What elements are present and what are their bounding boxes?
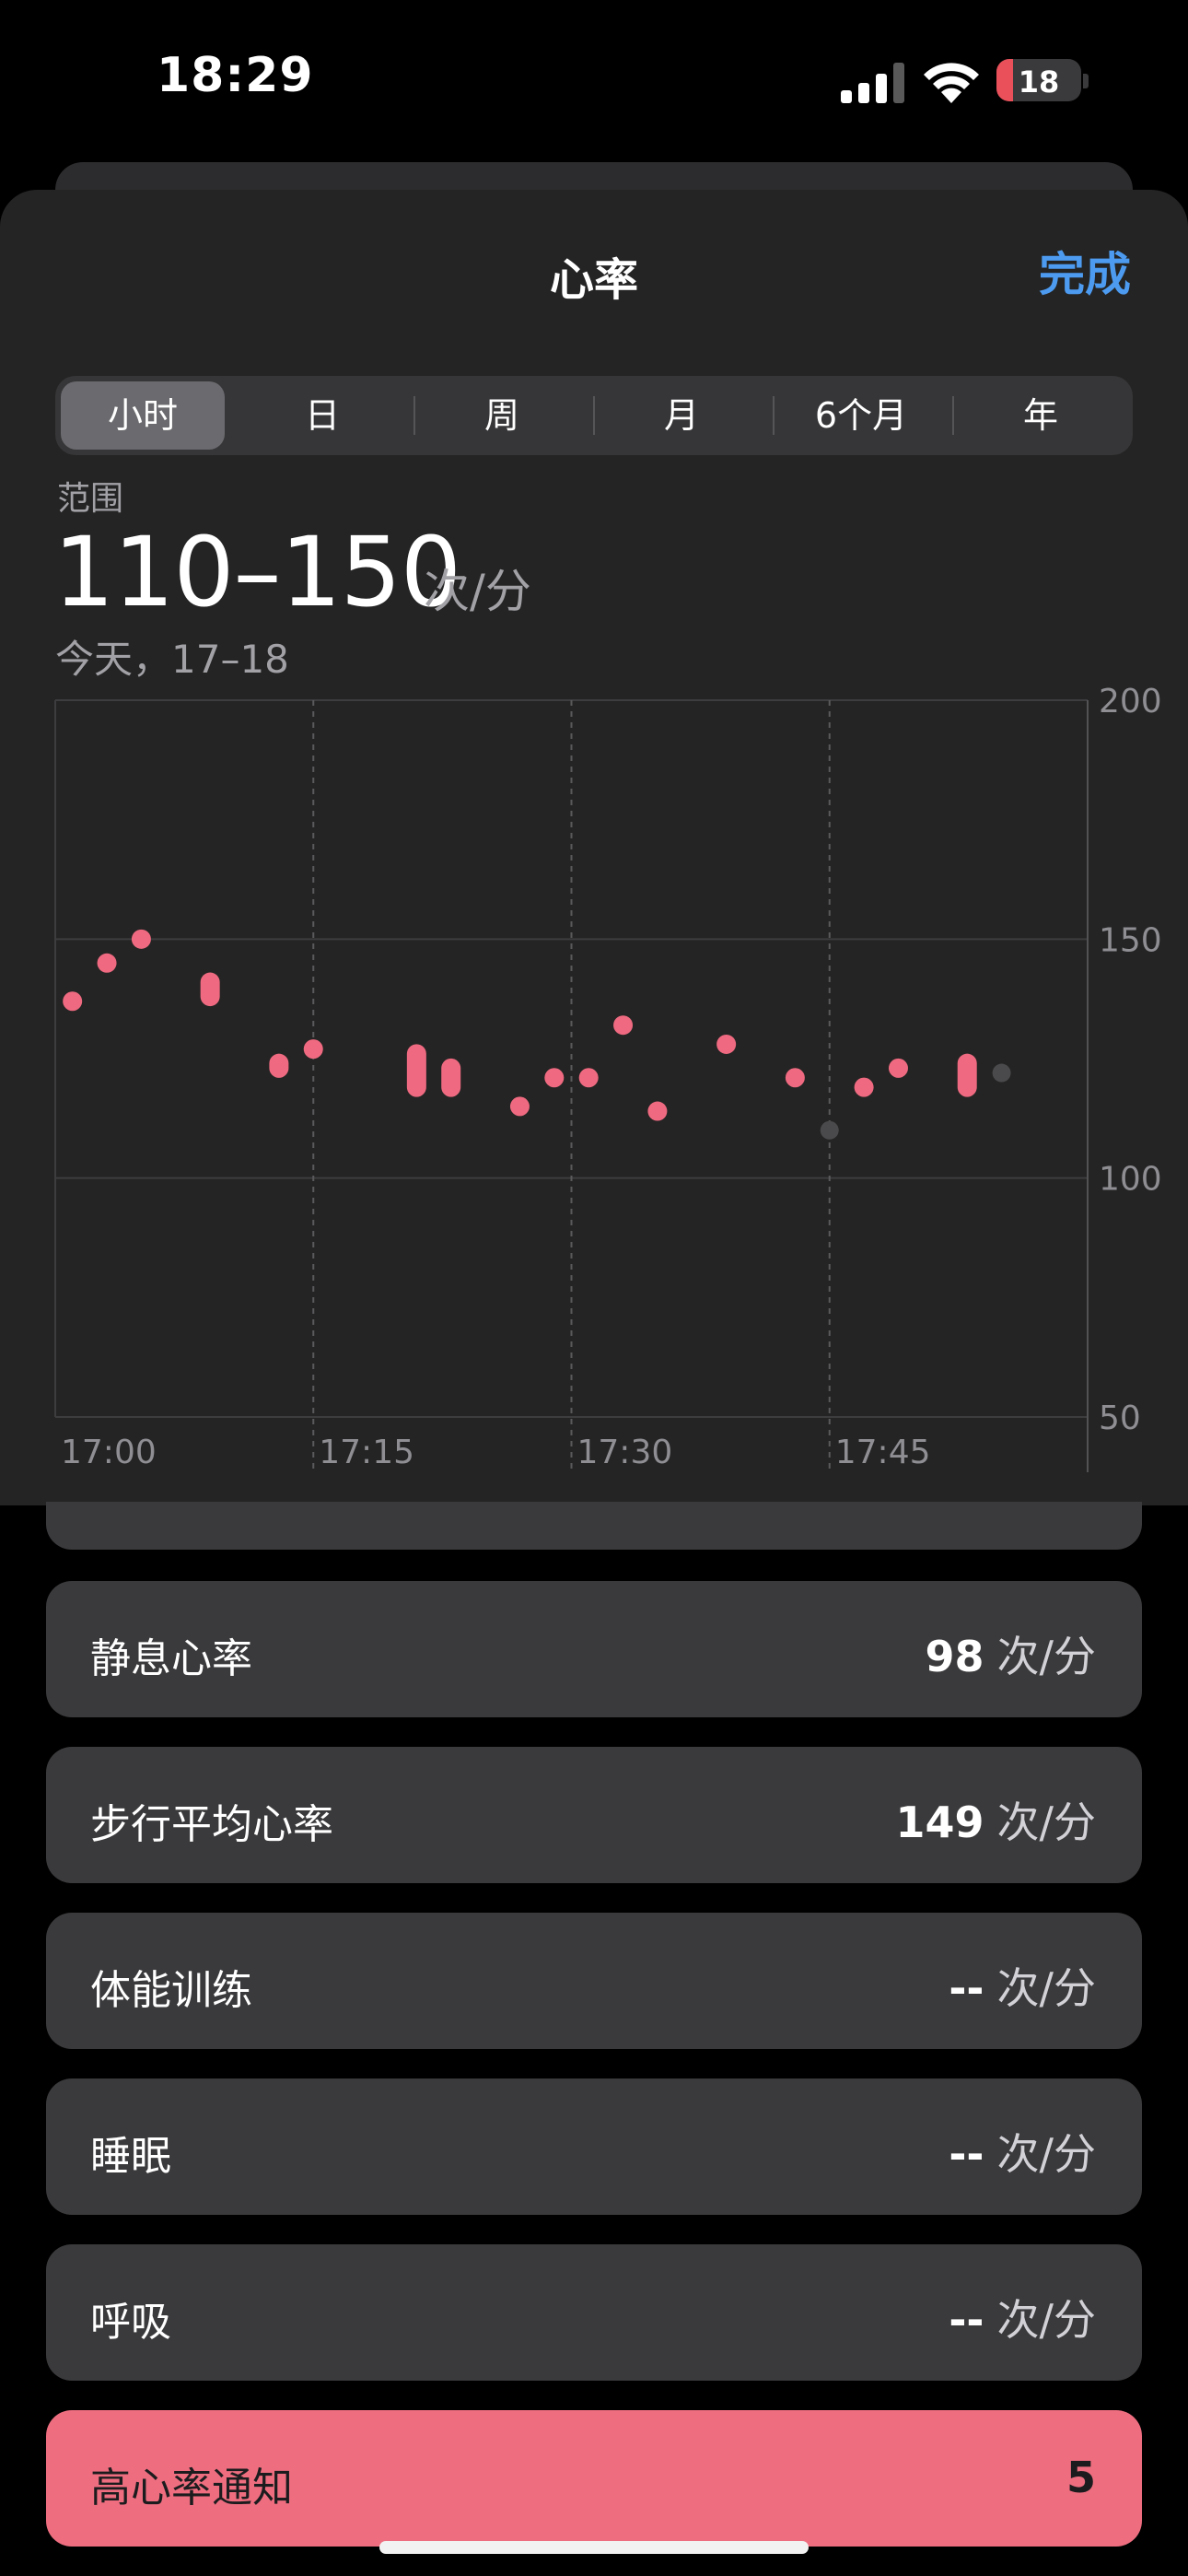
sheet-title: 心率 (549, 254, 638, 306)
range-unit: 次/分 (424, 565, 531, 618)
segment-year[interactable]: 年 (959, 381, 1123, 450)
hr-sample-point (716, 1034, 737, 1054)
segment-divider (593, 396, 595, 435)
hr-sample-point (613, 1015, 634, 1036)
hr-sample-point (303, 1039, 323, 1060)
segment-day[interactable]: 日 (240, 381, 404, 450)
row-value: -- 次/分 (949, 1963, 1096, 2013)
range-date: 今天，17–18 (55, 637, 289, 682)
battery-level: 18 (1018, 64, 1060, 100)
row-value: 98 次/分 (925, 1632, 1096, 1681)
list-row-high-hr-notifications[interactable]: 高心率通知 5 (46, 2410, 1142, 2547)
segment-week[interactable]: 周 (420, 381, 584, 450)
segment-divider (952, 396, 954, 435)
y-tick-label: 100 (1099, 1161, 1162, 1199)
y-tick-label: 200 (1099, 687, 1162, 720)
list-row-breathe-hr[interactable]: 呼吸 -- 次/分 (46, 2244, 1142, 2381)
x-tick-label: 17:00 (61, 1434, 157, 1471)
battery-icon: 18 (996, 59, 1081, 101)
range-label: 范围 (57, 480, 124, 518)
partial-list-row (46, 1502, 1142, 1550)
hr-sample-point (578, 1068, 599, 1088)
home-indicator[interactable] (379, 2541, 809, 2554)
hr-sample-point (647, 1101, 668, 1121)
status-time: 18:29 (157, 48, 314, 103)
list-row-sleep-hr[interactable]: 睡眠 -- 次/分 (46, 2078, 1142, 2215)
cellular-signal-icon (841, 63, 905, 103)
status-bar: 18:29 18 (0, 0, 1188, 157)
hr-sample-gray (992, 1063, 1011, 1083)
hr-sample-range (441, 1058, 461, 1097)
row-label: 静息心率 (90, 1635, 252, 1682)
hr-sample-point (63, 991, 83, 1012)
hr-sample-range (406, 1044, 426, 1097)
list-row-resting-hr[interactable]: 静息心率 98 次/分 (46, 1581, 1142, 1717)
row-value: -- 次/分 (949, 2129, 1096, 2179)
list-row-workout-hr[interactable]: 体能训练 -- 次/分 (46, 1913, 1142, 2049)
hr-sample-point (97, 953, 117, 973)
x-tick-label: 17:45 (835, 1434, 931, 1471)
list-row-walking-hr[interactable]: 步行平均心率 149 次/分 (46, 1747, 1142, 1883)
hr-sample-point (888, 1058, 908, 1078)
hr-sample-gray (820, 1120, 839, 1140)
row-value: -- 次/分 (949, 2295, 1096, 2345)
segment-divider (773, 396, 775, 435)
row-label: 步行平均心率 (90, 1801, 333, 1848)
battery-cap (1083, 74, 1089, 88)
row-value: 5 (1066, 2453, 1096, 2502)
hr-sample-point (509, 1096, 530, 1117)
y-tick-label: 150 (1099, 921, 1162, 959)
range-value: 110–150 (53, 516, 461, 628)
row-label: 高心率通知 (90, 2465, 293, 2512)
row-value: 149 次/分 (895, 1797, 1096, 1847)
hr-sample-range (200, 972, 220, 1007)
segment-6-months[interactable]: 6个月 (779, 381, 943, 450)
segment-divider (413, 396, 415, 435)
y-tick-label: 50 (1099, 1399, 1141, 1437)
hr-sample-point (785, 1068, 805, 1088)
heart-rate-sheet: 心率 完成 小时 日 周 月 6个月 年 范围 110–150 次/分 今天，1… (0, 190, 1188, 1505)
wifi-icon (924, 63, 979, 103)
hr-sample-range (269, 1053, 289, 1078)
row-label: 呼吸 (90, 2299, 171, 2346)
hr-sample-range (957, 1053, 977, 1097)
hr-sample-point (131, 929, 151, 949)
hr-sample-point (544, 1068, 565, 1088)
segment-hour[interactable]: 小时 (61, 381, 225, 450)
heart-rate-chart[interactable]: 200 150 100 50 17:00 17:15 17:30 17:45 (0, 687, 1188, 1498)
x-tick-label: 17:30 (577, 1434, 673, 1471)
row-label: 体能训练 (90, 1967, 252, 2014)
row-label: 睡眠 (90, 2133, 171, 2180)
x-tick-label: 17:15 (319, 1434, 414, 1471)
done-button[interactable]: 完成 (1039, 238, 1131, 304)
segment-month[interactable]: 月 (600, 381, 763, 450)
hr-sample-point (854, 1077, 874, 1097)
time-range-segmented-control: 小时 日 周 月 6个月 年 (55, 376, 1133, 455)
